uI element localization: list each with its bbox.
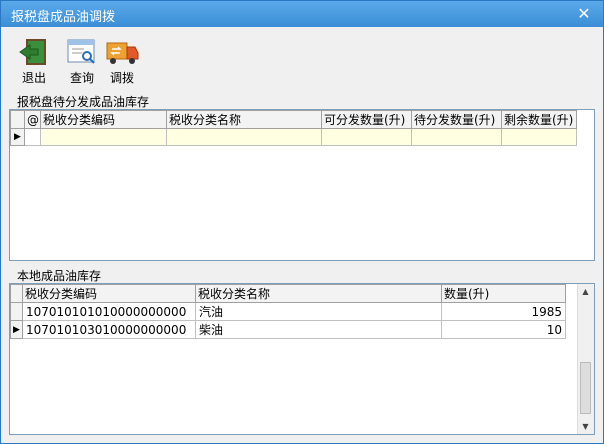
exit-door-icon <box>19 39 46 65</box>
query-search-icon <box>67 39 95 64</box>
table-row[interactable]: 107010101010000000000 汽油 1985 <box>10 302 566 321</box>
col-header-qty[interactable]: 数量(升) <box>441 284 566 303</box>
client-area: 退出 查询 调拨 报税盘待分发成品油库存 @ 税收分类编码 税收分类名称 可分发… <box>7 27 597 439</box>
upper-header-row: @ 税收分类编码 税收分类名称 可分发数量(升) 待分发数量(升) 剩余数量(升… <box>10 110 577 129</box>
upper-grid[interactable]: @ 税收分类编码 税收分类名称 可分发数量(升) 待分发数量(升) 剩余数量(升… <box>9 109 595 261</box>
table-cell[interactable] <box>321 128 412 146</box>
row-indicator-header <box>10 284 23 303</box>
lower-header-row: 税收分类编码 税收分类名称 数量(升) <box>10 284 566 303</box>
col-header-at[interactable]: @ <box>24 110 41 129</box>
scroll-up-icon[interactable]: ▲ <box>578 284 593 299</box>
query-label: 查询 <box>69 71 94 85</box>
row-pointer-icon: ▶ <box>10 320 23 339</box>
lower-grid[interactable]: 税收分类编码 税收分类名称 数量(升) 10701010101000000000… <box>9 283 595 435</box>
vertical-scrollbar[interactable]: ▲ ▼ <box>577 284 594 434</box>
cell-name[interactable]: 汽油 <box>195 302 442 321</box>
table-row[interactable]: ▶ <box>10 128 577 146</box>
table-cell[interactable] <box>166 128 322 146</box>
main-window: 报税盘成品油调拨 ✕ 退出 查询 调拨 报税盘待分发成品油库存 @ 税收分类编码… <box>0 0 604 444</box>
table-cell[interactable] <box>411 128 502 146</box>
table-cell[interactable] <box>501 128 577 146</box>
cell-qty[interactable]: 1985 <box>441 302 566 321</box>
upper-inventory-group: 报税盘待分发成品油库存 @ 税收分类编码 税收分类名称 可分发数量(升) 待分发… <box>7 93 597 261</box>
title-bar: 报税盘成品油调拨 ✕ <box>1 1 603 27</box>
table-cell[interactable] <box>24 128 41 146</box>
upper-group-legend: 报税盘待分发成品油库存 <box>15 93 152 110</box>
query-button[interactable]: 查询 <box>63 37 101 89</box>
row-pointer-icon: ▶ <box>10 128 25 146</box>
close-icon[interactable]: ✕ <box>573 3 595 25</box>
cell-code[interactable]: 107010101010000000000 <box>22 302 196 321</box>
upper-table: @ 税收分类编码 税收分类名称 可分发数量(升) 待分发数量(升) 剩余数量(升… <box>10 110 577 146</box>
transfer-label: 调拨 <box>109 71 134 85</box>
window-title: 报税盘成品油调拨 <box>11 10 116 25</box>
table-cell[interactable] <box>40 128 167 146</box>
cell-name[interactable]: 柴油 <box>195 320 442 339</box>
lower-table: 税收分类编码 税收分类名称 数量(升) 10701010101000000000… <box>10 284 566 339</box>
col-header-code[interactable]: 税收分类编码 <box>22 284 196 303</box>
toolbar: 退出 查询 调拨 <box>7 27 597 91</box>
cell-code[interactable]: 107010103010000000000 <box>22 320 196 339</box>
col-header-code[interactable]: 税收分类编码 <box>40 110 167 129</box>
col-header-remaining[interactable]: 剩余数量(升) <box>501 110 577 129</box>
col-header-name[interactable]: 税收分类名称 <box>195 284 442 303</box>
row-indicator <box>10 302 23 321</box>
lower-group-legend: 本地成品油库存 <box>15 267 104 284</box>
transfer-truck-icon <box>106 42 139 64</box>
exit-button[interactable]: 退出 <box>15 37 53 89</box>
exit-label: 退出 <box>21 71 46 85</box>
transfer-button[interactable]: 调拨 <box>103 37 141 89</box>
col-header-pending[interactable]: 待分发数量(升) <box>411 110 502 129</box>
scrollbar-thumb[interactable] <box>580 362 591 414</box>
scroll-down-icon[interactable]: ▼ <box>578 419 593 434</box>
table-row[interactable]: ▶ 107010103010000000000 柴油 10 <box>10 320 566 339</box>
col-header-available[interactable]: 可分发数量(升) <box>321 110 412 129</box>
local-inventory-group: 本地成品油库存 税收分类编码 税收分类名称 数量(升) 107010101010… <box>7 267 597 439</box>
col-header-name[interactable]: 税收分类名称 <box>166 110 322 129</box>
cell-qty[interactable]: 10 <box>441 320 566 339</box>
row-indicator-header <box>10 110 25 129</box>
